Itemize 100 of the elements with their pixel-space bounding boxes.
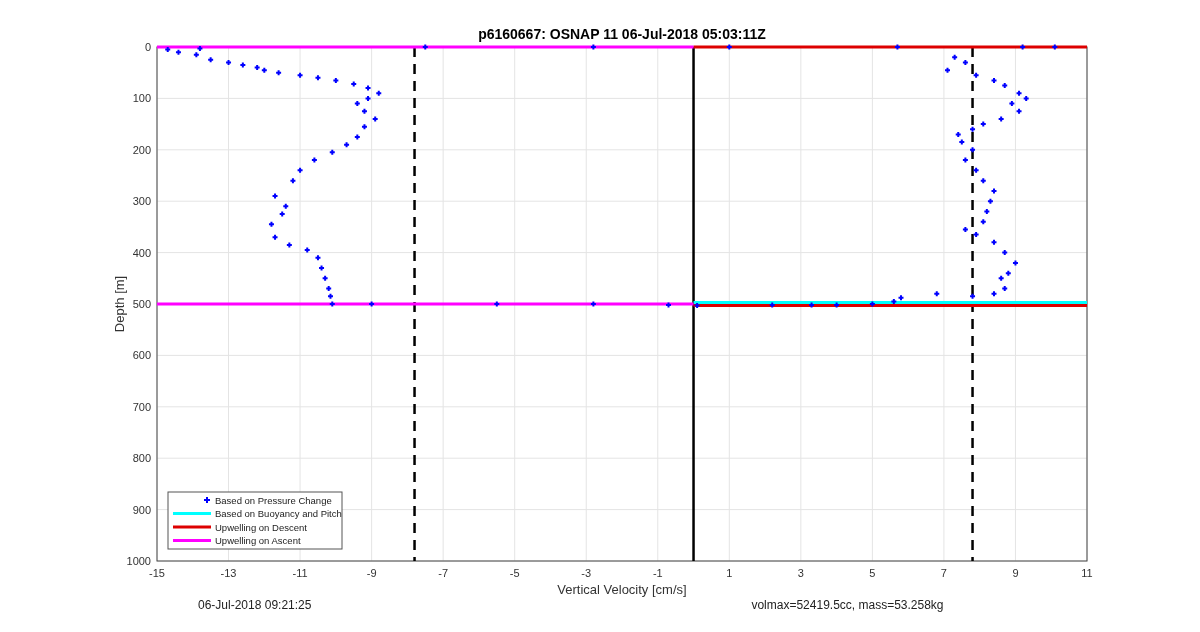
data-point <box>239 61 247 69</box>
data-point <box>1051 43 1059 51</box>
data-point <box>868 300 876 308</box>
data-point <box>990 238 998 246</box>
data-point <box>267 220 275 228</box>
data-point <box>972 231 980 239</box>
data-point <box>933 290 941 298</box>
data-point <box>969 292 977 300</box>
tick-label: 11 <box>1081 567 1093 579</box>
chart-title: p6160667: OSNAP 11 06-Jul-2018 05:03:11Z <box>478 26 766 42</box>
timestamp: 06-Jul-2018 09:21:25 <box>198 598 312 612</box>
data-point <box>364 84 372 92</box>
data-point <box>360 123 368 131</box>
data-point <box>833 301 841 309</box>
tick-label: -7 <box>438 567 449 579</box>
data-point <box>589 43 597 51</box>
data-point <box>207 56 215 64</box>
tick-label: 100 <box>132 92 151 105</box>
tick-label: 600 <box>132 349 151 362</box>
data-point <box>969 125 977 133</box>
data-point <box>893 43 901 51</box>
data-point <box>493 300 501 308</box>
data-point <box>665 301 672 309</box>
data-point <box>983 208 991 215</box>
tick-label: 1000 <box>126 555 151 567</box>
tick-label: -9 <box>366 567 377 579</box>
data-point <box>285 241 293 249</box>
tick-label: 300 <box>132 195 151 208</box>
data-point <box>972 71 980 79</box>
tick-label: 3 <box>797 567 804 579</box>
data-point <box>321 274 329 282</box>
tick-label: -13 <box>220 567 237 579</box>
summary-text: volmax=52419.5cc, mass=53.258kg <box>751 598 944 612</box>
data-point <box>1001 82 1009 90</box>
data-point <box>951 53 959 61</box>
tick-label: -15 <box>149 567 165 579</box>
tick-label: 0 <box>144 41 151 53</box>
legend-label: Based on Pressure Change <box>215 494 332 506</box>
data-point <box>371 115 379 123</box>
axis-label: Depth [m] <box>112 275 127 333</box>
tick-label: 700 <box>132 400 151 413</box>
data-point <box>997 115 1005 123</box>
data-point <box>808 301 816 309</box>
tick-label: 200 <box>132 143 151 156</box>
legend-line-icon <box>173 525 211 529</box>
data-point <box>296 166 304 174</box>
data-point <box>275 69 283 77</box>
data-point <box>1001 285 1009 293</box>
data-point <box>318 264 326 272</box>
tick-label: 800 <box>132 452 151 465</box>
data-point <box>979 218 987 226</box>
data-point <box>1011 259 1019 267</box>
data-point <box>289 177 297 185</box>
legend-label: Based on Buoyancy and Pitch <box>215 508 342 519</box>
data-point <box>979 177 987 185</box>
legend-line-icon <box>173 539 211 542</box>
data-point <box>353 133 361 141</box>
data-point <box>979 120 987 128</box>
tick-label: 900 <box>132 503 151 516</box>
tick-label: 500 <box>132 298 151 310</box>
tick-label: 7 <box>940 567 947 579</box>
data-point <box>990 290 998 298</box>
data-point <box>589 300 597 308</box>
data-point <box>1019 43 1027 51</box>
data-point <box>944 66 951 74</box>
data-point <box>310 156 318 164</box>
data-point <box>961 225 969 233</box>
data-point <box>343 141 351 149</box>
data-point <box>328 148 336 156</box>
data-point <box>225 58 233 66</box>
tick-label: 1 <box>726 567 733 579</box>
tick-label: -5 <box>509 567 520 579</box>
data-point <box>990 76 998 84</box>
data-point <box>332 76 340 84</box>
legend-label: Upwelling on Ascent <box>215 535 301 546</box>
data-point <box>969 146 977 154</box>
data-point <box>1001 249 1009 257</box>
data-point <box>972 166 980 174</box>
tick-label: 400 <box>132 246 151 259</box>
data-point <box>303 246 311 254</box>
data-point <box>990 187 998 195</box>
data-point <box>961 58 969 66</box>
legend-label: Upwelling on Descent <box>215 521 307 533</box>
data-point <box>314 74 322 82</box>
data-point <box>174 48 182 56</box>
legend-line-icon <box>173 512 211 515</box>
data-point <box>314 254 322 262</box>
data-point <box>164 46 172 54</box>
data-point <box>271 192 279 200</box>
data-point <box>421 43 429 51</box>
data-point <box>725 43 733 51</box>
data-point <box>693 302 701 310</box>
tick-label: -1 <box>652 567 663 579</box>
tick-label: 9 <box>1012 567 1019 579</box>
data-point <box>368 300 376 308</box>
tick-label: -11 <box>292 567 308 579</box>
legend-marker-icon <box>203 496 211 504</box>
data-point <box>375 89 383 97</box>
axis-label: Vertical Velocity [cm/s] <box>557 582 687 597</box>
tick-label: -3 <box>581 567 592 579</box>
